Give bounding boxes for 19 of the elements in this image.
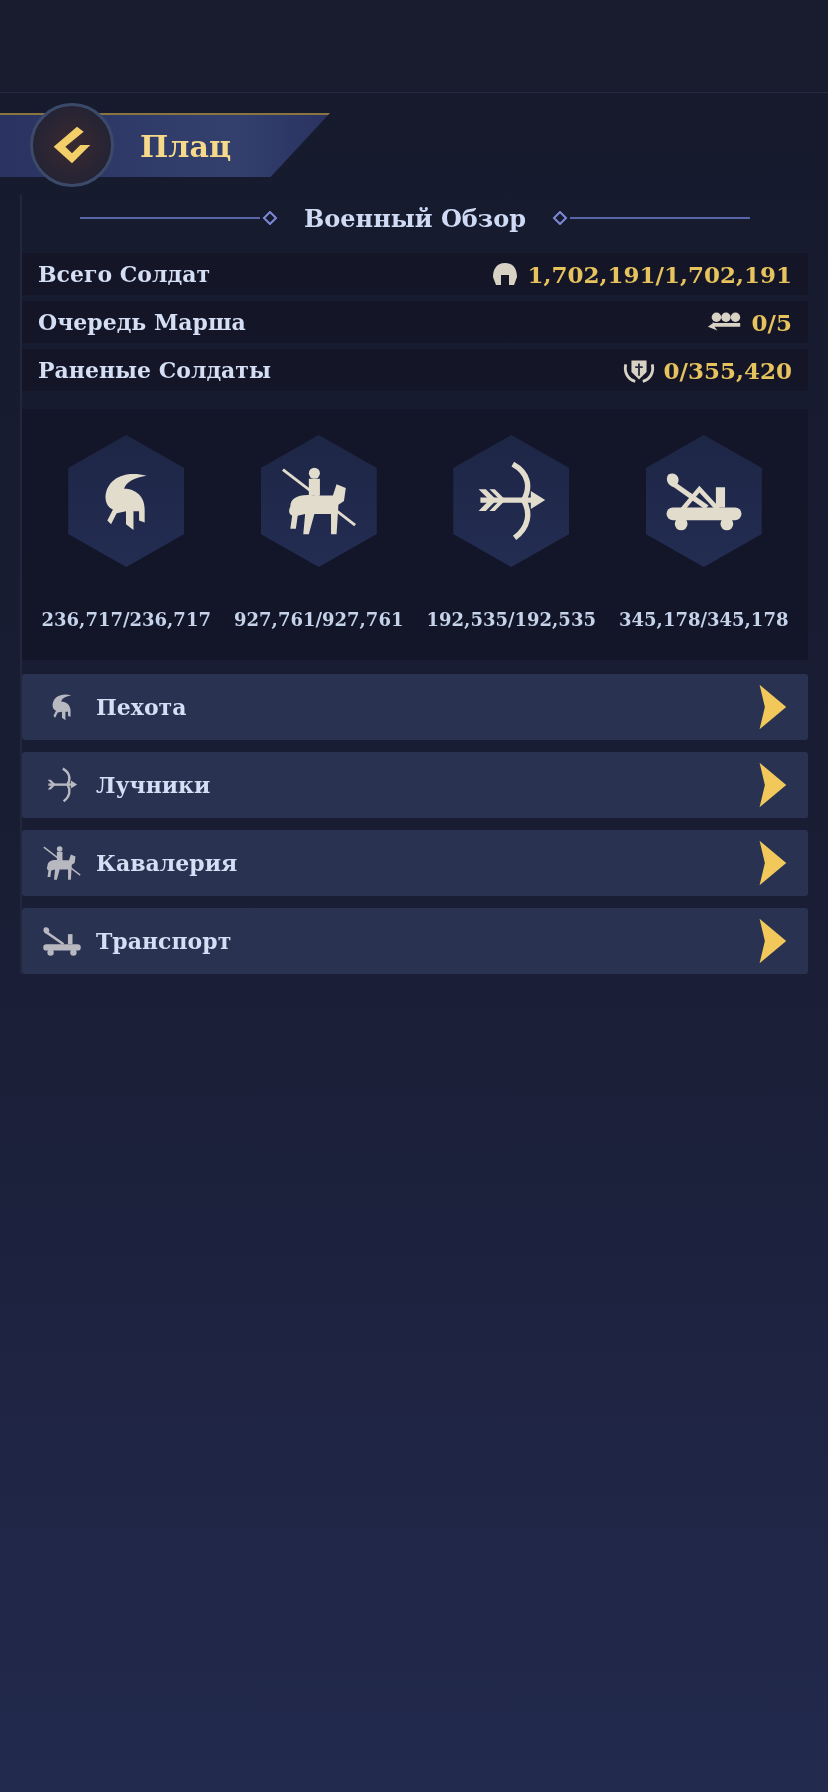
stat-value: 0/5 — [751, 308, 792, 336]
section-title: Военный Обзор — [304, 203, 526, 233]
bow-icon — [46, 767, 78, 803]
unit-count: 236,717/236,717 — [41, 609, 211, 630]
category-row[interactable]: Пехота — [22, 674, 808, 740]
page-title: Плац — [140, 128, 232, 164]
unit-count: 927,761/927,761 — [234, 609, 404, 630]
stat-value: 0/355,420 — [663, 356, 792, 384]
stat-label: Очередь Марша — [38, 309, 246, 335]
stat-label: Всего Солдат — [38, 261, 211, 287]
catapult-icon — [41, 925, 83, 957]
stat-label: Раненые Солдаты — [38, 357, 271, 383]
unit-count: 345,178/345,178 — [619, 609, 789, 630]
horseman-icon — [41, 844, 83, 882]
category-row[interactable]: Кавалерия — [22, 830, 808, 896]
stat-value: 1,702,191/1,702,191 — [527, 260, 792, 288]
category-row[interactable]: Транспорт — [22, 908, 808, 974]
unit-count: 192,535/192,535 — [426, 609, 596, 630]
category-row[interactable]: Лучники — [22, 752, 808, 818]
